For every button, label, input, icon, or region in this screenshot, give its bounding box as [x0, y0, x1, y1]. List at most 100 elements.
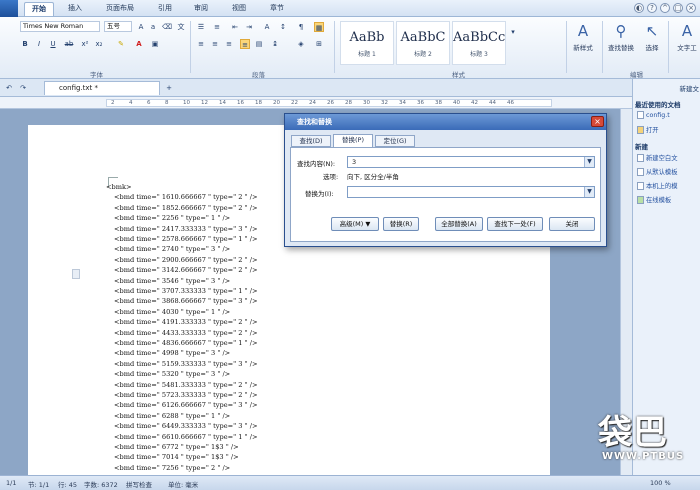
zoom-level[interactable]: 100 %: [650, 479, 671, 487]
ruler-tick: 28: [345, 100, 352, 106]
options-value: 向下, 区分全/半角: [347, 173, 399, 181]
sort-icon[interactable]: ↕: [278, 22, 288, 32]
shrink-font-icon[interactable]: a: [148, 22, 158, 32]
table-tools-icon[interactable]: ▦: [314, 22, 324, 32]
skin-icon[interactable]: ◐: [634, 3, 644, 13]
justify-icon[interactable]: ≡: [240, 39, 250, 49]
recent-doc-name: config.t: [646, 112, 670, 119]
open-link[interactable]: 打开: [637, 125, 700, 134]
app-menu-button[interactable]: [0, 0, 18, 17]
tab-replace[interactable]: 替换(P): [333, 134, 373, 148]
default-template-link[interactable]: 从默认模板: [637, 167, 700, 176]
bullets-icon[interactable]: ☰: [196, 22, 206, 32]
font-color-icon[interactable]: A: [134, 39, 144, 49]
align-center-icon[interactable]: ≡: [210, 39, 220, 49]
italic-icon[interactable]: I: [34, 39, 44, 49]
help-icon[interactable]: ?: [647, 3, 657, 13]
char-border-icon[interactable]: ▣: [150, 39, 160, 49]
clear-format-icon[interactable]: ⌫: [162, 22, 172, 32]
style-sample: AaBb: [349, 30, 385, 45]
phonetic-icon[interactable]: 文: [176, 22, 186, 32]
decrease-indent-icon[interactable]: ⇤: [230, 22, 240, 32]
grow-font-icon[interactable]: A: [136, 22, 146, 32]
tab-references[interactable]: 引用: [150, 2, 180, 16]
font-name-select[interactable]: Times New Roman: [20, 21, 100, 32]
new-item-label: 从默认模板: [646, 169, 678, 176]
ruler-tick: 22: [291, 100, 298, 106]
bold-icon[interactable]: B: [20, 39, 30, 49]
text-line: <bmd time=" 4998 " type=" 3 " />: [114, 349, 231, 358]
increase-indent-icon[interactable]: ⇥: [244, 22, 254, 32]
tab-goto[interactable]: 定位(G): [375, 135, 415, 147]
replace-input[interactable]: ▼: [347, 186, 595, 198]
open-label: 打开: [646, 127, 659, 134]
redo-icon[interactable]: ↷: [18, 83, 28, 93]
text-tools-button[interactable]: A 文字工: [674, 21, 700, 67]
dialog-title-bar[interactable]: 查找和替换: [285, 114, 606, 130]
restore-icon[interactable]: □: [673, 3, 683, 13]
find-replace-button[interactable]: ⚲ 查找替换: [604, 21, 638, 67]
align-right-icon[interactable]: ≡: [224, 39, 234, 49]
spell-check[interactable]: 拼写检查: [126, 479, 152, 489]
dialog-close-button[interactable]: ×: [591, 116, 604, 127]
superscript-icon[interactable]: x²: [80, 39, 90, 49]
word-count[interactable]: 字数: 6372: [84, 479, 118, 489]
align-left-icon[interactable]: ≡: [196, 39, 206, 49]
advanced-button[interactable]: 高级(M) ▼: [331, 217, 379, 231]
show-marks-icon[interactable]: ¶: [296, 22, 306, 32]
ribbon-divider: [668, 21, 669, 73]
close-icon[interactable]: ×: [686, 3, 696, 13]
font-size-select[interactable]: 五号: [104, 21, 132, 32]
replace-all-button[interactable]: 全部替换(A): [435, 217, 483, 231]
text-line: <bmd time=" 3868.666667 " type=" 3 " />: [114, 297, 258, 306]
tab-view[interactable]: 视图: [224, 2, 254, 16]
tab-insert[interactable]: 插入: [60, 2, 90, 16]
chinese-layout-icon[interactable]: A: [262, 22, 272, 32]
ruler-tick: 30: [363, 100, 370, 106]
text-line: <bmd time=" 2740 " type=" 3 " />: [114, 245, 231, 254]
styles-scroll-icon[interactable]: ▾: [508, 27, 518, 37]
undo-icon[interactable]: ↶: [4, 83, 14, 93]
replace-button[interactable]: 替换(R): [383, 217, 419, 231]
strikethrough-icon[interactable]: ab: [64, 39, 74, 49]
new-tab-icon[interactable]: +: [164, 83, 174, 93]
tab-section[interactable]: 章节: [262, 2, 292, 16]
subscript-icon[interactable]: x₂: [94, 39, 104, 49]
online-template-link[interactable]: 在线模板: [637, 195, 700, 204]
numbering-icon[interactable]: ≡: [212, 22, 222, 32]
underline-icon[interactable]: U: [48, 39, 58, 49]
globe-icon: [637, 196, 644, 204]
new-style-button[interactable]: A 新样式: [568, 21, 598, 67]
group-styles-label: 样式: [452, 71, 465, 79]
tab-find[interactable]: 查找(D): [291, 135, 331, 147]
horizontal-ruler[interactable]: 2 4 6 8 10 12 14 16 18 20 22 24 26 28 30 32 34 36 38 40 42 44…: [0, 97, 632, 109]
select-button[interactable]: ↖ 选择: [640, 21, 664, 67]
highlight-icon[interactable]: ✎: [116, 39, 126, 49]
chevron-down-icon[interactable]: ▼: [584, 157, 594, 167]
document-tab-title: config.txt *: [59, 84, 99, 92]
ruler-tick: 42: [471, 100, 478, 106]
tab-review[interactable]: 审阅: [186, 2, 216, 16]
close-button[interactable]: 关闭: [549, 217, 595, 231]
find-next-button[interactable]: 查找下一处(F): [487, 217, 543, 231]
new-style-label: 新样式: [573, 44, 593, 52]
page-indicator[interactable]: 1/1: [6, 479, 16, 487]
recent-doc-link[interactable]: config.t: [637, 111, 700, 119]
borders-icon[interactable]: ⊞: [314, 39, 324, 49]
style-sample: AaBbCc: [453, 30, 505, 45]
minimize-ribbon-icon[interactable]: ^: [660, 3, 670, 13]
style-heading-3[interactable]: AaBbCc 标题 3: [452, 21, 506, 65]
new-blank-link[interactable]: 新建空白文: [637, 153, 700, 162]
find-input[interactable]: 3 ▼: [347, 156, 595, 168]
chevron-down-icon[interactable]: ▼: [584, 187, 594, 197]
style-heading-1[interactable]: AaBb 标题 1: [340, 21, 394, 65]
ruler-tick: 12: [201, 100, 208, 106]
line-spacing-icon[interactable]: ↨: [270, 39, 280, 49]
distributed-icon[interactable]: ▤: [254, 39, 264, 49]
tab-home[interactable]: 开始: [24, 2, 54, 16]
style-heading-2[interactable]: AaBbC 标题 2: [396, 21, 450, 65]
shading-icon[interactable]: ◈: [296, 39, 306, 49]
document-tab[interactable]: config.txt *: [44, 81, 160, 95]
local-template-link[interactable]: 本机上的模: [637, 181, 700, 190]
tab-page-layout[interactable]: 页面布局: [98, 2, 142, 16]
